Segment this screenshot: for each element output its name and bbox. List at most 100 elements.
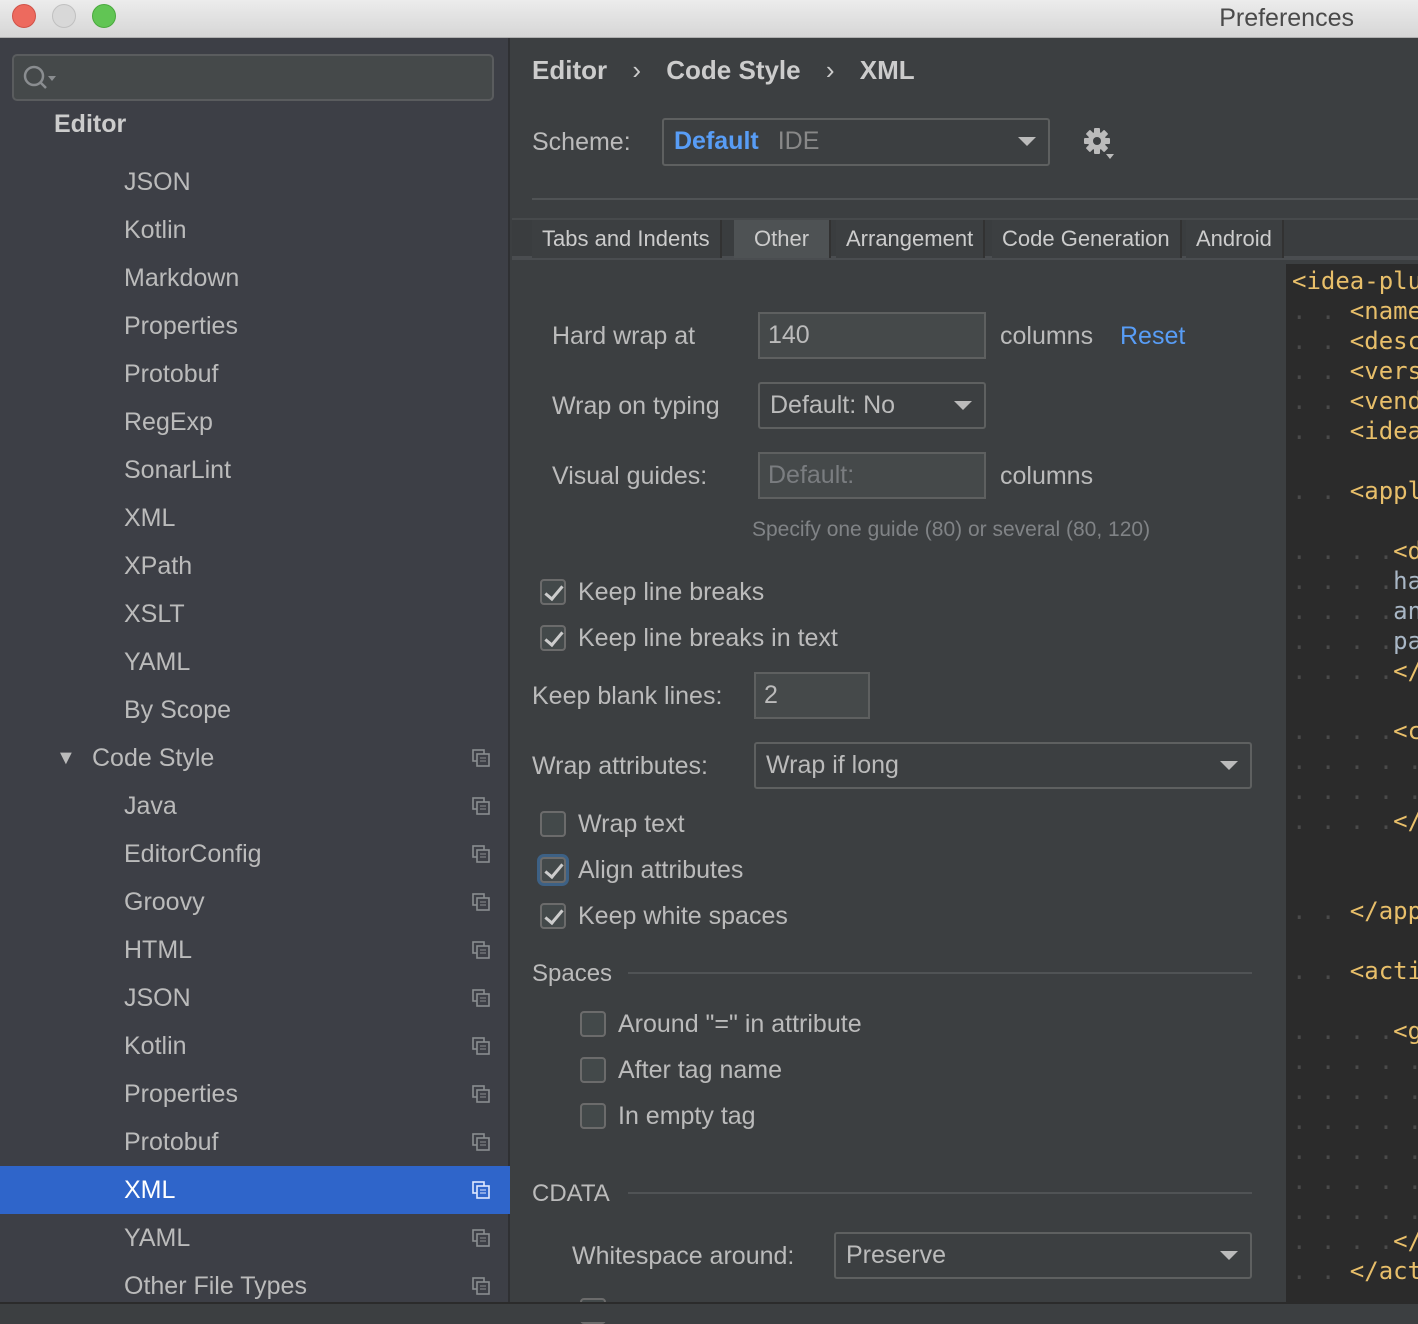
sidebar-item[interactable]: XSLT (0, 590, 510, 638)
minimize-button[interactable] (52, 4, 76, 28)
sidebar-item[interactable]: Editor (0, 110, 510, 158)
whitespace-around-dropdown[interactable]: Preserve (834, 1232, 1252, 1279)
sidebar-item[interactable]: YAML (0, 1214, 510, 1262)
close-button[interactable] (12, 4, 36, 28)
tab-code-generation[interactable]: Code Generation (992, 220, 1182, 258)
sidebar-item-label: JSON (124, 984, 191, 1012)
sidebar-item[interactable]: Protobuf (0, 1118, 510, 1166)
keep-line-breaks-label: Keep line breaks (578, 578, 765, 606)
sidebar-item[interactable]: EditorConfig (0, 830, 510, 878)
search-input[interactable] (12, 54, 494, 101)
keep-white-spaces-checkbox[interactable] (540, 903, 566, 929)
keep-line-breaks-text-checkbox[interactable] (540, 625, 566, 651)
visual-guides-input[interactable]: Default: (758, 452, 986, 499)
sidebar-item[interactable]: SonarLint (0, 446, 510, 494)
hard-wrap-input[interactable]: 140 (758, 312, 986, 359)
breadcrumb-item: XML (859, 55, 915, 85)
indent-guide: . . . . (1292, 1017, 1394, 1045)
scheme-dropdown[interactable]: Default IDE (662, 118, 1050, 166)
code-line: . . . . . . . . (1292, 1077, 1418, 1105)
breadcrumb-item[interactable]: Code Style (666, 55, 800, 85)
tab-tabs-and-indents[interactable]: Tabs and Indents (532, 220, 722, 258)
chevron-down-icon (1220, 1251, 1238, 1260)
gear-icon[interactable] (1082, 126, 1118, 162)
whitespace-around-value: Preserve (846, 1241, 947, 1269)
sidebar-item-label: EditorConfig (124, 840, 262, 868)
scheme-type: IDE (777, 127, 820, 155)
sidebar-item[interactable]: Properties (0, 302, 510, 350)
indent-guide: . . (1292, 477, 1350, 505)
breadcrumb-item[interactable]: Editor (532, 55, 607, 85)
wrap-attributes-value: Wrap if long (766, 751, 899, 779)
code-line: . . . .<comp (1292, 717, 1418, 745)
code-line: . . . . . . . . (1292, 1137, 1418, 1165)
whitespace-around-label: Whitespace around: (572, 1242, 795, 1270)
align-attributes-checkbox[interactable] (540, 857, 566, 883)
indent-guide: . . . . (1292, 537, 1394, 565)
sidebar-item-label: XML (124, 504, 176, 532)
sidebar-item[interactable]: XML (0, 1166, 510, 1214)
keep-line-breaks-checkbox[interactable] (540, 579, 566, 605)
indent-guide: . . . . . . (1292, 1047, 1418, 1075)
code-line: . . . .</des (1292, 657, 1418, 685)
wrap-typing-dropdown[interactable]: Default: No (758, 382, 986, 429)
sidebar-item[interactable]: YAML (0, 638, 510, 686)
sidebar-item[interactable]: JSON (0, 158, 510, 206)
wrap-text-checkbox[interactable] (540, 811, 566, 837)
settings-tree: Editor JSON Kotlin Markdown Properties Protob… (0, 38, 510, 1302)
project-copy-icon (472, 893, 490, 911)
code-text: <desc (1393, 537, 1418, 565)
expand-arrow-icon[interactable]: ▼ (56, 734, 76, 782)
project-copy-icon (472, 1181, 490, 1199)
code-line: . . . .<desc (1292, 537, 1418, 565)
sidebar-item[interactable]: Java (0, 782, 510, 830)
code-text: <action (1349, 957, 1418, 985)
sidebar-item[interactable]: RegExp (0, 398, 510, 446)
empty-tag-checkbox[interactable] (580, 1103, 606, 1129)
tab-other[interactable]: Other (734, 220, 832, 258)
sidebar-item[interactable]: Markdown (0, 254, 510, 302)
code-text: </com (1393, 807, 1418, 835)
sidebar-item[interactable]: Kotlin (0, 206, 510, 254)
code-line: . . . .<grou (1292, 1017, 1418, 1045)
zoom-button[interactable] (92, 4, 116, 28)
wrap-attributes-dropdown[interactable]: Wrap if long (754, 742, 1252, 789)
sidebar-item[interactable]: XPath (0, 542, 510, 590)
project-copy-icon (472, 1085, 490, 1103)
indent-guide: . . (1292, 357, 1350, 385)
code-text: <descri (1349, 327, 1418, 355)
sidebar-item[interactable]: Properties (0, 1070, 510, 1118)
indent-guide: . . . . (1292, 657, 1394, 685)
chevron-right-icon: › (825, 55, 835, 85)
sidebar-item[interactable]: By Scope (0, 686, 510, 734)
sidebar-item[interactable]: Kotlin (0, 1022, 510, 1070)
tab-android[interactable]: Android (1186, 220, 1284, 258)
indent-guide: . . . . (1292, 807, 1394, 835)
keep-blank-lines-input[interactable]: 2 (754, 672, 870, 719)
sidebar-item[interactable]: ▼ Code Style (0, 734, 510, 782)
tab-arrangement[interactable]: Arrangement (836, 220, 986, 258)
sidebar-item[interactable]: JSON (0, 974, 510, 1022)
code-text: <idea-plu (1292, 267, 1418, 295)
project-copy-icon (472, 989, 490, 1007)
sidebar-item-label: Kotlin (124, 216, 187, 244)
search-icon (23, 65, 56, 89)
around-eq-checkbox[interactable] (580, 1011, 606, 1037)
reset-link[interactable]: Reset (1120, 322, 1185, 351)
sidebar-item[interactable]: HTML (0, 926, 510, 974)
code-line: . . . . . .<se (1292, 1197, 1418, 1225)
code-line: . . <vendor (1292, 387, 1418, 415)
sidebar-item[interactable]: Groovy (0, 878, 510, 926)
keep-line-breaks-text-label: Keep line breaks in text (578, 624, 838, 652)
chevron-down-icon (1018, 137, 1036, 146)
indent-guide: . . . . (1292, 1227, 1394, 1255)
after-tag-checkbox[interactable] (580, 1057, 606, 1083)
project-copy-icon (472, 1133, 490, 1151)
code-line: . . . .and c (1292, 597, 1418, 625)
sidebar-item-label: SonarLint (124, 456, 232, 484)
sidebar-item[interactable]: Protobuf (0, 350, 510, 398)
sidebar-item[interactable]: XML (0, 494, 510, 542)
indent-guide: . . (1292, 417, 1350, 445)
code-text: handw (1393, 567, 1418, 595)
align-attributes-label: Align attributes (578, 856, 744, 884)
